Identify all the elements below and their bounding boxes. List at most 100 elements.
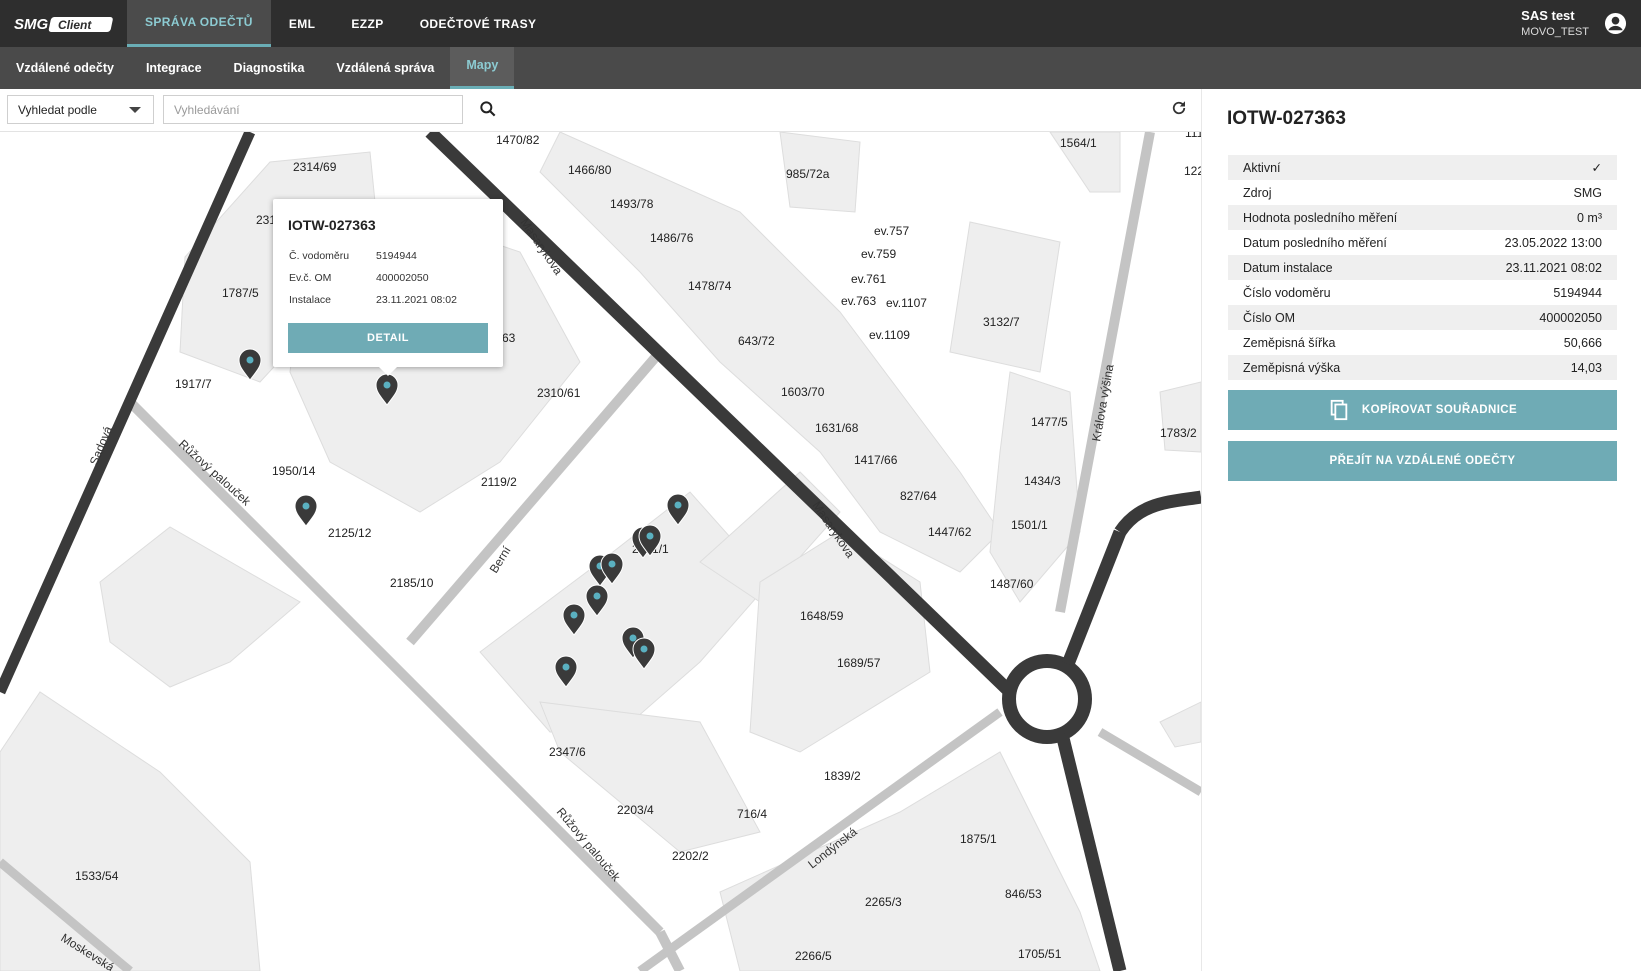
sub-nav: Vzdálené odečty Integrace Diagnostika Vz… <box>0 47 1641 89</box>
parcel-label: 1466/80 <box>568 163 612 177</box>
property-row: Zdroj SMG <box>1228 180 1617 205</box>
parcel-label: 2203/4 <box>617 803 654 817</box>
parcel-label: 1783/2 <box>1160 426 1197 440</box>
parcel-label: ev.759 <box>861 247 896 261</box>
building-block <box>1159 381 1201 453</box>
refresh-icon[interactable] <box>1170 99 1188 117</box>
property-label: Datum instalace <box>1243 260 1333 275</box>
property-value: SMG <box>1573 185 1602 200</box>
parcel-label: 2119/2 <box>481 475 517 489</box>
parcel-label: 1470/82 <box>496 133 540 147</box>
property-row: Datum posledního měření 23.05.2022 13:00 <box>1228 230 1617 255</box>
detail-panel: IOTW-027363 Aktivní ✓ Zdroj SMG Hodnota po… <box>1201 89 1641 971</box>
property-label: Zeměpisná šířka <box>1243 335 1336 350</box>
copy-coordinates-label: KOPÍROVAT SOUŘADNICE <box>1361 404 1518 416</box>
parcel-label: 2202/2 <box>672 849 709 863</box>
parcel-label: 3132/7 <box>983 315 1020 329</box>
property-list: Aktivní ✓ Zdroj SMG Hodnota posledního měř… <box>1228 155 1617 380</box>
property-row: Aktivní ✓ <box>1228 155 1617 180</box>
subnav-diagnostika[interactable]: Diagnostika <box>218 47 321 89</box>
search-by-value: Vyhledat podle <box>18 103 97 117</box>
subnav-mapy[interactable]: Mapy <box>450 47 515 89</box>
parcel-label: 1705/51 <box>1018 947 1062 961</box>
search-by-select[interactable]: Vyhledat podle <box>7 95 154 124</box>
parcel-label: 2266/5 <box>795 949 832 963</box>
subnav-vzdalene-odecty[interactable]: Vzdálené odečty <box>0 47 130 89</box>
property-row: Číslo vodoměru 5194944 <box>1228 280 1617 305</box>
parcel-label: 1875/1 <box>960 832 997 846</box>
search-bar: Vyhledat podle <box>0 89 1201 132</box>
goto-remote-readings-button[interactable]: PŘEJÍT NA VZDÁLENÉ ODEČTY <box>1228 441 1617 481</box>
meter-marker[interactable] <box>294 494 318 527</box>
popup-title: IOTW-027363 <box>288 217 376 233</box>
nav-ezzp[interactable]: EZZP <box>333 0 401 47</box>
parcel-label: 1648/59 <box>800 609 844 623</box>
account-circle-icon[interactable] <box>1604 12 1627 35</box>
building-block <box>479 491 771 733</box>
building-block <box>99 526 301 688</box>
user-info[interactable]: SAS test MOVO_TEST <box>1521 8 1589 38</box>
street-label-ruzovy-2: Růžový palouček <box>554 805 624 885</box>
parcel-label: 1477/5 <box>1031 415 1068 429</box>
property-row: Zeměpisná šířka 50,666 <box>1228 330 1617 355</box>
parcel-label: ev.1107 <box>886 296 927 310</box>
meter-popup: IOTW-027363 Č. vodoměru 5194944 Ev.č. OM… <box>273 199 503 376</box>
parcel-label: 2125/12 <box>328 526 372 540</box>
nav-eml[interactable]: EML <box>271 0 334 47</box>
sub-nav-bar: Vzdálené odečty Integrace Diagnostika Vz… <box>0 47 1641 89</box>
popup-row-value: 5194944 <box>376 250 417 262</box>
search-input[interactable] <box>163 95 463 124</box>
search-icon[interactable] <box>478 99 498 119</box>
copy-coordinates-button[interactable]: KOPÍROVAT SOUŘADNICE <box>1228 390 1617 430</box>
nav-odectove-trasy[interactable]: ODEČTOVÉ TRASY <box>402 0 555 47</box>
parcel-label: 2310/61 <box>537 386 581 400</box>
property-row: Zeměpisná výška 14,03 <box>1228 355 1617 380</box>
parcel-label: 1689/57 <box>837 656 881 670</box>
property-label: Hodnota posledního měření <box>1243 210 1398 225</box>
panel-title: IOTW-027363 <box>1227 108 1346 129</box>
parcel-label: 1493/78 <box>610 197 654 211</box>
property-row: Datum instalace 23.11.2021 08:02 <box>1228 255 1617 280</box>
parcel-label: 1787/5 <box>222 286 259 300</box>
detail-button[interactable]: DETAIL <box>288 323 488 353</box>
parcel-label: ev.757 <box>874 224 909 238</box>
parcel-label: ev.763 <box>841 294 876 308</box>
popup-row-value: 23.11.2021 08:02 <box>376 294 457 306</box>
parcel-label: 63 <box>502 331 516 345</box>
subnav-vzdalena-sprava[interactable]: Vzdálená správa <box>320 47 450 89</box>
street-label-roo: Roo <box>1177 510 1199 524</box>
property-value: 14,03 <box>1570 360 1602 375</box>
svg-text:SMG: SMG <box>14 16 49 33</box>
building-block <box>949 221 1061 373</box>
property-value: 23.11.2021 08:02 <box>1505 260 1602 275</box>
property-label: Zdroj <box>1243 185 1272 200</box>
street-label-ruzovy-1: Růžový palouček <box>176 437 254 509</box>
popup-row-label: Ev.č. OM <box>289 272 332 284</box>
parcel-label: 1447/62 <box>928 525 972 539</box>
property-value: 400002050 <box>1539 310 1602 325</box>
subnav-integrace[interactable]: Integrace <box>130 47 218 89</box>
parcel-label: 1486/76 <box>650 231 694 245</box>
property-label: Aktivní <box>1243 160 1281 175</box>
smg-client-logo[interactable]: SMG Client <box>14 14 116 34</box>
popup-row: Instalace 23.11.2021 08:02 <box>289 294 457 306</box>
building-block <box>719 751 1101 971</box>
svg-text:Client: Client <box>58 18 92 32</box>
parcel-label: 1417/66 <box>854 453 898 467</box>
parcel-label: 1487/60 <box>990 577 1034 591</box>
parcel-label: 1603/70 <box>781 385 825 399</box>
parcel-label: 1533/54 <box>75 869 119 883</box>
property-value: 23.05.2022 13:00 <box>1504 235 1602 250</box>
parcel-label: 827/64 <box>900 489 937 503</box>
parcel-label: 1631/68 <box>815 421 859 435</box>
parcel-label: 2347/6 <box>549 745 586 759</box>
parcel-label: 2185/10 <box>390 576 434 590</box>
popup-row-label: Č. vodoměru <box>289 250 350 262</box>
chevron-down-icon <box>129 107 141 113</box>
property-value: 5194944 <box>1553 285 1602 300</box>
nav-sprava-odectu[interactable]: SPRÁVA ODEČTŮ <box>127 0 271 47</box>
popup-row: Ev.č. OM 400002050 <box>289 272 429 284</box>
parcel-label: 1917/7 <box>175 377 212 391</box>
map-view[interactable]: Masarykova Masarykova Sadová Růžový palo… <box>0 132 1201 971</box>
popup-row-value: 400002050 <box>376 272 429 284</box>
